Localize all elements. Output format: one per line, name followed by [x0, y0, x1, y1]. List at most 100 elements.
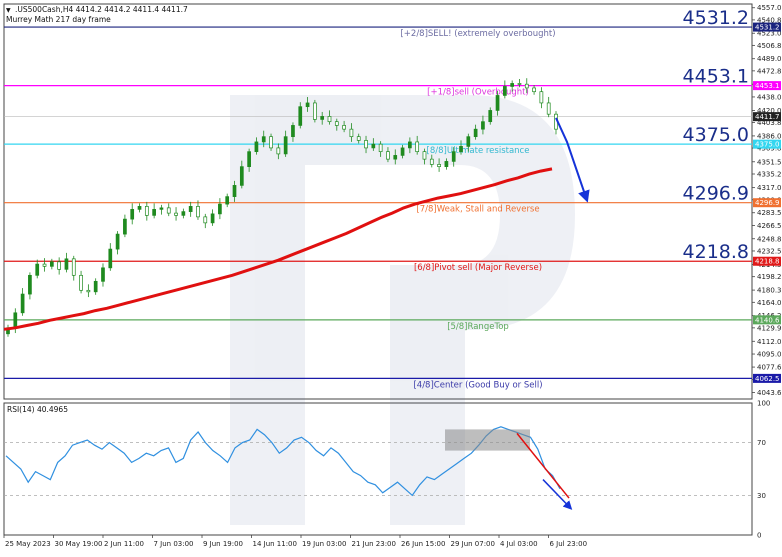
candle-body — [35, 263, 40, 276]
y-tick-label: 4472.8 — [757, 67, 782, 75]
candle-body — [152, 209, 156, 216]
candle-body — [342, 125, 346, 130]
x-tick-label: 19 Jun 03:00 — [302, 540, 346, 548]
candle-body — [473, 128, 478, 138]
y-tick-label: 4283.5 — [757, 209, 782, 217]
y-tick-label: 4317.0 — [757, 184, 782, 192]
x-tick-label: 29 Jun 07:00 — [451, 540, 495, 548]
level-price-label: 4531.2 — [755, 24, 780, 32]
candle-body — [261, 136, 266, 143]
candle-body — [356, 136, 361, 141]
level-price-label: 4296.9 — [755, 199, 780, 207]
candle-body — [276, 147, 281, 155]
big-level-label: 4296.9 — [683, 183, 749, 205]
candle-body — [86, 289, 91, 293]
candle-body — [503, 86, 507, 96]
candle-body — [28, 274, 32, 295]
candle-body — [437, 164, 441, 167]
candle-body — [159, 207, 164, 210]
candle-body — [481, 121, 485, 130]
rsi-tick-label: 100 — [757, 400, 770, 408]
rsi-header: RSI(14) 40.4965 — [7, 405, 68, 414]
candle-body — [320, 116, 325, 120]
price-pane — [3, 3, 753, 400]
murrey-level-label: [+2/8]SELL! (extremely overbought) — [400, 29, 555, 39]
rsi-highlight-box — [445, 429, 530, 451]
y-tick-label: 4095.0 — [757, 351, 782, 359]
candle-body — [123, 218, 127, 235]
x-tick-label: 2 Jun 11:00 — [104, 540, 144, 548]
x-tick-label: 9 Jun 19:00 — [203, 540, 243, 548]
murrey-level-label: [+1/8]sell (Overbought) — [427, 88, 529, 98]
level-price-label: 4062.5 — [755, 375, 780, 383]
big-level-label: 4218.8 — [683, 241, 749, 263]
y-tick-label: 4489.0 — [757, 55, 782, 63]
candle-body — [386, 151, 390, 160]
y-tick-label: 4351.5 — [757, 158, 782, 166]
candle-body — [20, 293, 25, 314]
candle-body — [42, 263, 47, 267]
candle-body — [108, 248, 113, 269]
rsi-tick-label: 0 — [757, 532, 761, 540]
candle-body — [174, 212, 178, 216]
candle-body — [130, 209, 135, 220]
y-tick-label: 4506.8 — [757, 42, 782, 50]
rsi-pane — [3, 402, 753, 536]
y-tick-label: 4438.0 — [757, 93, 782, 101]
level-price-label: 4375.0 — [755, 141, 780, 149]
big-level-label: 4375.0 — [683, 124, 749, 146]
collapse-arrow-icon[interactable]: ▼ — [6, 7, 11, 14]
candle-body — [188, 206, 193, 212]
big-level-label: 4531.2 — [683, 7, 749, 29]
murrey-level-label: [8/8]Ultimate resistance — [427, 146, 530, 156]
candle-body — [393, 155, 398, 160]
x-tick-label: 7 Jun 03:00 — [154, 540, 194, 548]
big-level-label: 4453.1 — [683, 66, 749, 88]
candle-body — [166, 207, 171, 214]
indicator-header: Murrey Math 217 day frame — [6, 15, 111, 24]
y-tick-label: 4266.5 — [757, 222, 782, 230]
candle-body — [334, 121, 339, 126]
candle-body — [532, 87, 536, 93]
x-tick-label: 25 May 2023 — [5, 540, 51, 548]
symbol-header: .US500Cash,H4 4414.2 4414.2 4411.4 4411.… — [15, 5, 188, 14]
y-tick-label: 4335.2 — [757, 170, 782, 178]
candle-body — [539, 91, 544, 104]
candle-body — [327, 116, 332, 123]
candle-body — [57, 261, 61, 270]
candle-body — [196, 206, 200, 218]
current-price-label: 4411.7 — [755, 113, 780, 121]
candle-body — [144, 206, 149, 216]
murrey-level-label: [5/8]RangeTop — [447, 322, 509, 332]
candle-body — [524, 83, 529, 89]
y-tick-label: 4164.0 — [757, 299, 782, 307]
x-tick-label: 4 Jul 03:00 — [500, 540, 538, 548]
y-tick-label: 4180.3 — [757, 287, 782, 295]
candle-body — [218, 203, 222, 215]
candle-body — [283, 136, 288, 155]
candle-body — [488, 110, 493, 123]
candle-body — [291, 125, 295, 138]
candle-body — [422, 151, 427, 160]
candle-body — [466, 136, 471, 147]
level-price-label: 4218.8 — [755, 258, 780, 266]
candle-body — [210, 213, 215, 224]
candle-body — [451, 151, 456, 162]
candle-body — [298, 106, 303, 126]
candle-body — [181, 211, 186, 216]
candle-body — [64, 258, 69, 270]
rsi-tick-label: 70 — [757, 439, 766, 447]
y-tick-label: 4557.0 — [757, 4, 782, 12]
candle-body — [225, 196, 230, 205]
x-tick-label: 6 Jul 23:00 — [550, 540, 588, 548]
x-tick-label: 30 May 19:00 — [55, 540, 103, 548]
candle-body — [269, 136, 273, 149]
candle-body — [71, 258, 76, 276]
candle-body — [408, 141, 412, 149]
chart-svg: .US500Cash,H4 4414.2 4414.2 4411.4 4411.… — [3, 3, 782, 548]
candle-body — [79, 274, 83, 291]
x-tick-label: 21 Jun 23:00 — [352, 540, 396, 548]
candle-body — [415, 141, 420, 153]
candle-body — [546, 102, 551, 115]
x-axis-ticks: 25 May 2023 30 May 19:00 2 Jun 11:00 7 Jun … — [3, 535, 588, 548]
